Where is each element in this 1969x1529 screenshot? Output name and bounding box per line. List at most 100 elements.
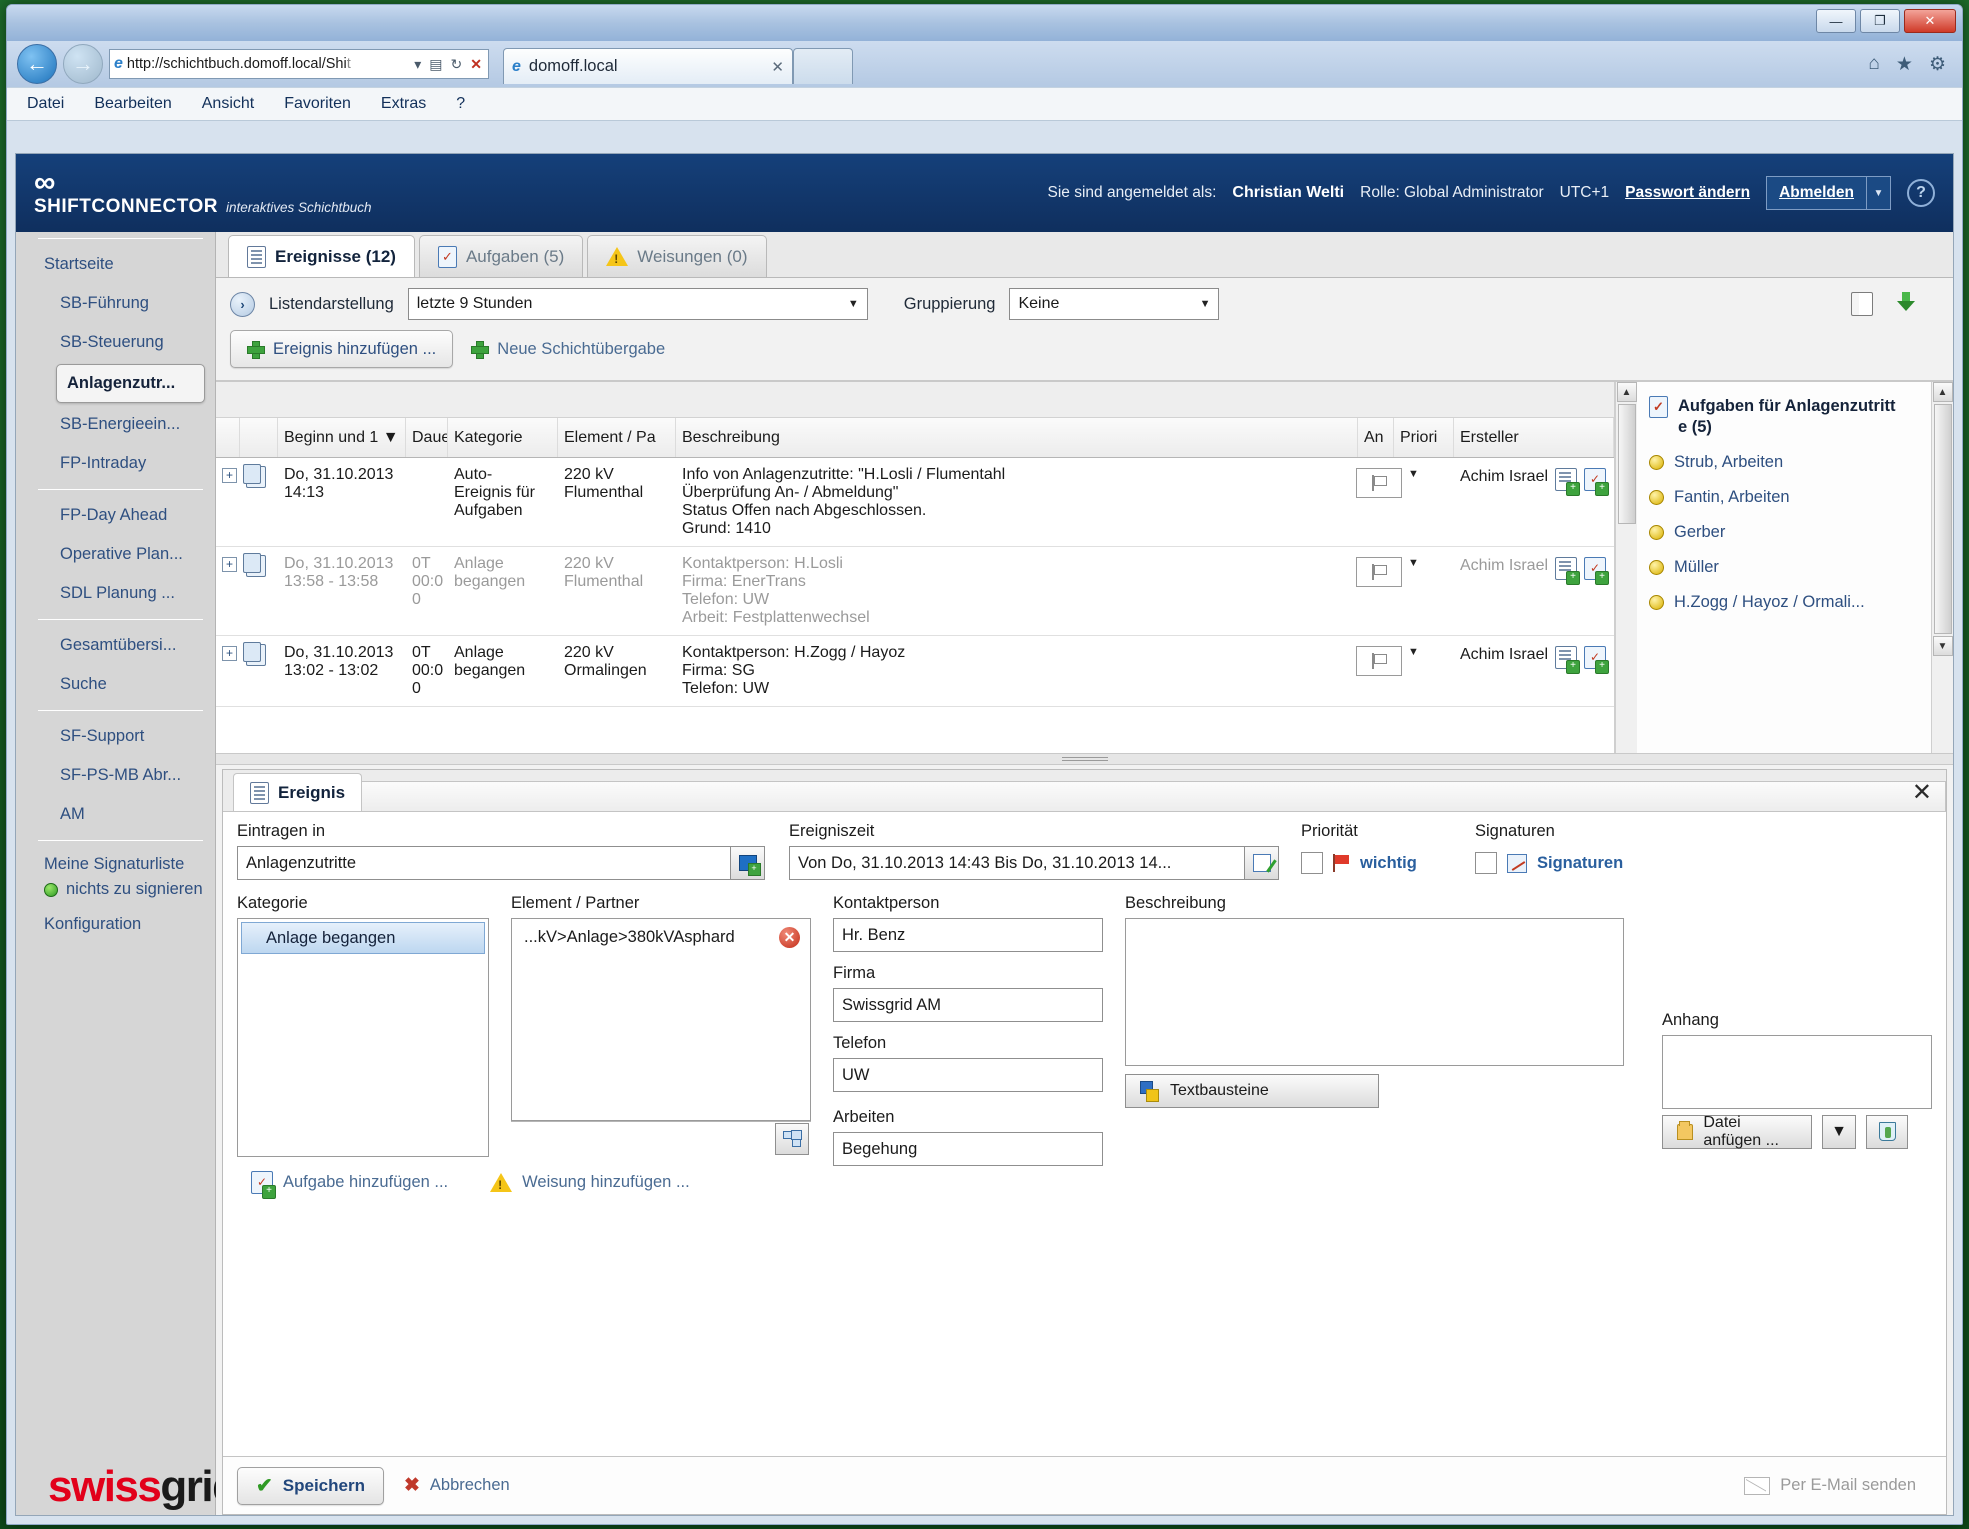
add-event-button[interactable]: Ereignis hinzufügen ...: [230, 330, 453, 368]
sidebar-item-sf-support[interactable]: SF-Support: [16, 717, 215, 756]
close-icon[interactable]: ✕: [1912, 778, 1932, 807]
panel-vertical-scrollbar[interactable]: ▲ ▼: [1931, 382, 1953, 753]
grid-col-beschreibung[interactable]: Beschreibung: [676, 418, 1358, 457]
copy-icon[interactable]: [246, 555, 266, 577]
kontaktperson-input[interactable]: Hr. Benz: [833, 918, 1103, 952]
element-listbox[interactable]: ...kV>Anlage>380kVAsphard ✕: [511, 918, 811, 1121]
save-button[interactable]: ✔ Speichern: [237, 1467, 384, 1505]
grid-col-dauer[interactable]: Daue: [406, 418, 448, 457]
row-expander-icon[interactable]: +: [222, 468, 237, 483]
new-tab-button[interactable]: [793, 48, 853, 84]
change-password-link[interactable]: Passwort ändern: [1625, 184, 1750, 202]
eintragen-in-picker-button[interactable]: [731, 846, 765, 880]
kategorie-listbox[interactable]: Anlage begangen: [237, 918, 489, 1157]
tab-aufgaben[interactable]: ✓ Aufgaben (5): [419, 235, 583, 277]
delete-attachment-button[interactable]: [1866, 1115, 1908, 1149]
menu-item-datei[interactable]: Datei: [27, 95, 64, 113]
eintragen-in-input[interactable]: Anlagenzutritte: [237, 846, 731, 880]
address-bar[interactable]: e http://schichtbuch.domoff.local/Shit ▾…: [109, 49, 489, 79]
help-icon[interactable]: ?: [1907, 179, 1935, 207]
sidebar-item-anlagenzutritte[interactable]: Anlagenzutr...: [56, 364, 205, 403]
tab-weisungen[interactable]: Weisungen (0): [587, 235, 766, 277]
list-item[interactable]: Strub, Arbeiten: [1649, 453, 1919, 472]
tab-ereignisse[interactable]: Ereignisse (12): [228, 235, 415, 277]
scrollbar-thumb[interactable]: [1934, 404, 1952, 634]
export-download-icon[interactable]: [1895, 292, 1917, 316]
expand-filter-icon[interactable]: ›: [230, 292, 255, 317]
stop-icon[interactable]: ✕: [468, 56, 484, 73]
chevron-down-icon[interactable]: ▼: [1408, 468, 1419, 480]
grid-vertical-scrollbar[interactable]: ▲: [1615, 382, 1637, 753]
close-button[interactable]: ✕: [1904, 9, 1956, 33]
maximize-button[interactable]: ❐: [1860, 9, 1900, 33]
calendar-picker-button[interactable]: [1245, 846, 1279, 880]
chevron-down-icon[interactable]: ▼: [1408, 557, 1419, 569]
add-note-icon[interactable]: [1555, 557, 1577, 580]
browser-tab-domoff[interactable]: e domoff.local ✕: [503, 48, 793, 84]
sidebar-item-suche[interactable]: Suche: [16, 665, 215, 704]
feed-icon[interactable]: ▤: [427, 56, 444, 73]
forward-button[interactable]: →: [63, 44, 103, 84]
grid-col-beginn[interactable]: Beginn und 1 ▼: [278, 418, 406, 457]
scroll-down-icon[interactable]: ▼: [1933, 636, 1953, 656]
sidebar-item-fp-day-ahead[interactable]: FP-Day Ahead: [16, 496, 215, 535]
sidebar-item-sb-energieeinsatz[interactable]: SB-Energieein...: [16, 405, 215, 444]
scroll-up-icon[interactable]: ▲: [1617, 382, 1637, 402]
logout-button[interactable]: Abmelden ▼: [1766, 176, 1891, 210]
grid-col-element[interactable]: Element / Pa: [558, 418, 676, 457]
home-icon[interactable]: ⌂: [1868, 53, 1879, 75]
sidebar-item-gesamtuebersicht[interactable]: Gesamtübersi...: [16, 626, 215, 665]
sidebar-item-fp-intraday[interactable]: FP-Intraday: [16, 444, 215, 483]
grid-col-ersteller[interactable]: Ersteller: [1454, 418, 1614, 457]
logout-caret-icon[interactable]: ▼: [1866, 177, 1890, 209]
sidebar-item-am[interactable]: AM: [16, 795, 215, 834]
sidebar-item-operative-planung[interactable]: Operative Plan...: [16, 535, 215, 574]
copy-icon[interactable]: [246, 644, 266, 666]
list-item[interactable]: H.Zogg / Hayoz / Ormali...: [1649, 593, 1919, 612]
menu-item-ansicht[interactable]: Ansicht: [202, 95, 254, 113]
remove-element-icon[interactable]: ✕: [779, 927, 800, 948]
sidebar-item-sb-steuerung[interactable]: SB-Steuerung: [16, 323, 215, 362]
copy-icon[interactable]: [246, 466, 266, 488]
flag-dropdown[interactable]: [1356, 557, 1402, 587]
menu-item-extras[interactable]: Extras: [381, 95, 426, 113]
favorites-icon[interactable]: ★: [1896, 53, 1913, 76]
telefon-input[interactable]: UW: [833, 1058, 1103, 1092]
element-tree-picker-button[interactable]: [775, 1123, 809, 1155]
datei-anfuegen-caret[interactable]: ▼: [1822, 1115, 1856, 1149]
back-button[interactable]: ←: [17, 44, 57, 84]
signaturen-checkbox[interactable]: [1475, 852, 1497, 874]
add-note-icon[interactable]: [1555, 646, 1577, 669]
cancel-button[interactable]: ✖ Abbrechen: [404, 1474, 510, 1497]
firma-input[interactable]: Swissgrid AM: [833, 988, 1103, 1022]
menu-item-help[interactable]: ?: [456, 95, 465, 113]
prioritaet-option-label[interactable]: wichtig: [1360, 854, 1417, 873]
panel-splitter[interactable]: [216, 753, 1953, 765]
table-row[interactable]: + Do, 31.10.2013 14:13 Auto- Ereignis fü…: [216, 458, 1614, 547]
grid-col-an[interactable]: An: [1358, 418, 1394, 457]
flag-dropdown[interactable]: [1356, 646, 1402, 676]
add-task-icon[interactable]: ✓: [1584, 468, 1606, 491]
sidebar-item-sb-fuehrung[interactable]: SB-Führung: [16, 284, 215, 323]
row-expander-icon[interactable]: +: [222, 557, 237, 572]
tab-close-icon[interactable]: ✕: [771, 58, 784, 76]
sidebar-item-startseite[interactable]: Startseite: [16, 245, 215, 284]
sidebar-item-sf-ps-mb-abr[interactable]: SF-PS-MB Abr...: [16, 756, 215, 795]
anhang-listbox[interactable]: [1662, 1035, 1932, 1109]
add-task-icon[interactable]: ✓: [1584, 557, 1606, 580]
tools-gear-icon[interactable]: ⚙: [1929, 53, 1946, 76]
prioritaet-checkbox[interactable]: [1301, 852, 1323, 874]
add-instruction-link[interactable]: Weisung hinzufügen ...: [490, 1171, 690, 1194]
new-handover-link[interactable]: Neue Schichtübergabe: [471, 340, 665, 359]
address-dropdown-icon[interactable]: ▾: [412, 56, 423, 73]
sidebar-item-sdl-planung[interactable]: SDL Planung ...: [16, 574, 215, 613]
element-item[interactable]: ...kV>Anlage>380kVAsphard ✕: [512, 919, 810, 948]
minimize-button[interactable]: —: [1816, 9, 1856, 33]
flag-dropdown[interactable]: [1356, 468, 1402, 498]
grid-col-prioritaet[interactable]: Priori: [1394, 418, 1454, 457]
grid-col-kategorie[interactable]: Kategorie: [448, 418, 558, 457]
beschreibung-textarea[interactable]: [1125, 918, 1624, 1066]
scrollbar-thumb[interactable]: [1618, 404, 1636, 524]
datei-anfuegen-button[interactable]: Datei anfügen ...: [1662, 1115, 1812, 1149]
add-note-icon[interactable]: [1555, 468, 1577, 491]
